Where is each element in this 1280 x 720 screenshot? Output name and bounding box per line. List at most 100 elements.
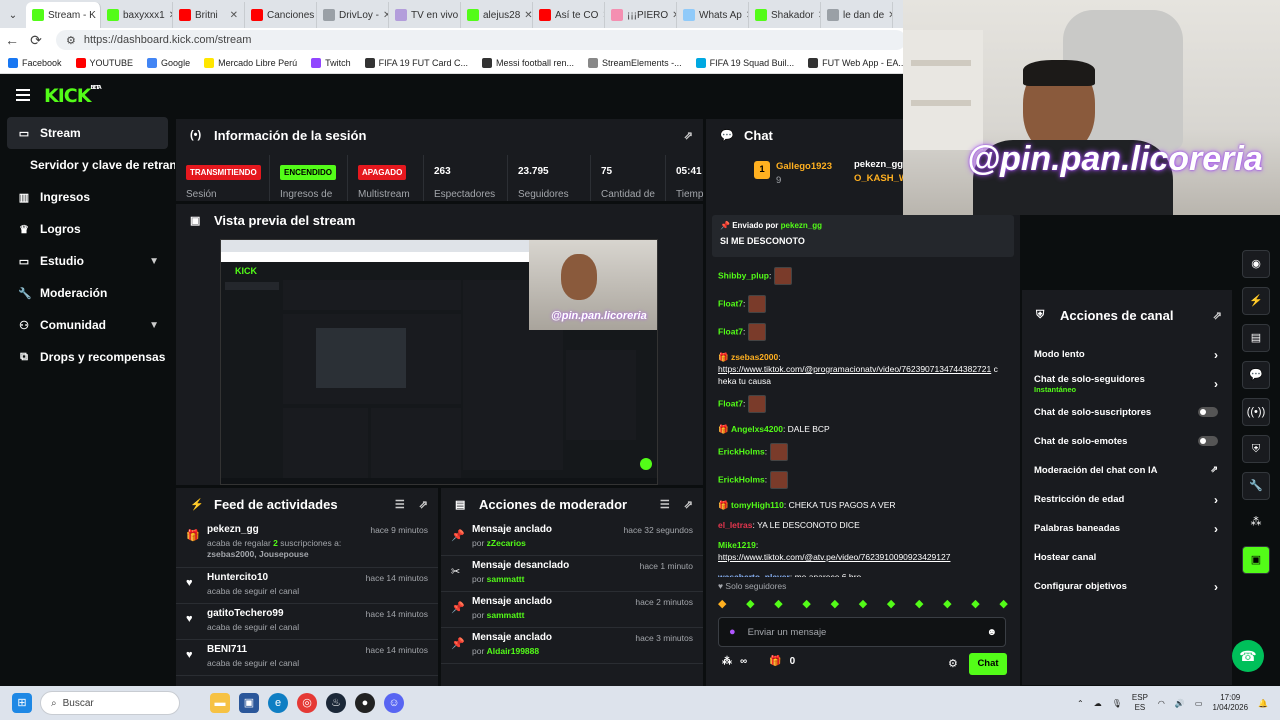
mod-user[interactable]: sammattt <box>487 574 525 584</box>
menu-icon[interactable] <box>16 89 30 101</box>
bookmark[interactable]: FIFA 19 FUT Card C... <box>364 57 468 68</box>
notifications-icon[interactable]: 🔔 <box>1258 699 1268 708</box>
sidebar-item-moderación[interactable]: 🔧 Moderación <box>0 277 175 309</box>
stream-preview[interactable]: KICK @pin.pan.licoreria <box>220 239 658 485</box>
browser-tab[interactable]: Canciones✕ <box>245 2 317 28</box>
bolt-rail-icon[interactable]: ⚡ <box>1242 287 1270 315</box>
bookmark[interactable]: Mercado Libre Perú <box>204 57 297 68</box>
reload-icon[interactable]: ⟳ <box>24 32 48 49</box>
pinned-message[interactable]: 📌 Enviado por pekezn_gg SI ME DESCONOTO <box>712 215 1014 257</box>
discord-icon[interactable]: ☺ <box>384 693 404 713</box>
toggle-switch[interactable] <box>1198 407 1218 417</box>
channel-action[interactable]: Chat de solo-seguidores Instantáneo › <box>1022 369 1232 398</box>
chrome-icon[interactable]: ◎ <box>297 693 317 713</box>
chat-settings-icon[interactable]: ⚙ <box>948 657 958 670</box>
close-icon[interactable]: ✕ <box>888 10 892 21</box>
app2-icon[interactable]: ● <box>355 693 375 713</box>
document-icon[interactable]: ▤ <box>1242 324 1270 352</box>
site-info-icon[interactable]: ⚙ <box>66 34 76 47</box>
popout-icon[interactable]: ⇗ <box>419 498 428 511</box>
chat-message[interactable]: Float7: <box>706 295 1010 315</box>
feed-row[interactable]: 🎁 pekezn_gg hace 9 minutos acaba de regalar… <box>176 520 438 568</box>
toggle-switch[interactable] <box>1198 436 1218 446</box>
chat-message[interactable]: el_letras: YA LE DESCONOTO DICE <box>706 519 1010 531</box>
feed-row[interactable]: ♥ Huntercito10 hace 14 minutos acaba de seg… <box>176 568 438 604</box>
shield-rail-icon[interactable]: ⛨ <box>1242 435 1270 463</box>
file-explorer-icon[interactable]: ▬ <box>210 693 230 713</box>
chat-username[interactable]: tomyHigh110 <box>731 500 784 510</box>
channel-action[interactable]: Modo lento › <box>1022 340 1232 369</box>
chat-username[interactable]: wasaberto_player <box>718 572 790 577</box>
chat-username[interactable]: Shibby_plup <box>718 270 769 280</box>
mod-action-row[interactable]: 📌 Mensaje anclado hace 32 segundos por zZec… <box>441 520 703 556</box>
channel-action[interactable]: Chat de solo-suscriptores <box>1022 398 1232 427</box>
sidebar-item-drops[interactable]: ⧉ Drops y recompensas <box>0 341 175 373</box>
browser-tab[interactable]: alejus28 ✕ <box>461 2 533 28</box>
browser-tab[interactable]: le dan de✕ <box>821 2 893 28</box>
onedrive-icon[interactable]: ☁ <box>1094 699 1102 708</box>
filter-icon[interactable]: ☰ <box>395 498 405 511</box>
chat-message[interactable]: Float7: <box>706 395 1010 415</box>
emote-picker-icon[interactable]: ◆ <box>915 597 923 610</box>
steam-icon[interactable]: ♨ <box>326 693 346 713</box>
chevron-down-icon[interactable]: ▼ <box>149 320 159 331</box>
chat-message[interactable]: Mike1219: https://www.tiktok.com/@atv.pe… <box>706 539 1010 563</box>
chat-send-button[interactable]: Chat <box>969 653 1007 675</box>
chat-message[interactable]: wasaberto_player: me aparece 6 bro <box>706 571 1010 577</box>
emote-picker-icon[interactable]: ◆ <box>943 597 951 610</box>
points-icon[interactable]: ⁂ <box>722 656 732 667</box>
bookmark[interactable]: FIFA 19 Squad Buil... <box>695 57 794 68</box>
bookmark[interactable]: Messi football ren... <box>482 57 574 68</box>
mod-action-row[interactable]: 📌 Mensaje anclado hace 2 minutos por sammat… <box>441 592 703 628</box>
sidebar-item-logros[interactable]: ♛ Logros <box>0 213 175 245</box>
points-rail-icon[interactable]: ⁂ <box>1242 509 1270 537</box>
emote-picker-icon[interactable]: ◆ <box>774 597 782 610</box>
browser-tab[interactable]: Whats Ap✕ <box>677 2 749 28</box>
emote-picker-icon[interactable]: ◆ <box>999 597 1007 610</box>
browser-tab[interactable]: baxyxxx1✕ <box>101 2 173 28</box>
chevron-up-icon[interactable]: ⌃ <box>1077 699 1084 708</box>
chevron-down-icon[interactable]: ▼ <box>149 256 159 267</box>
chat-message[interactable]: 🎁 zsebas2000: https://www.tiktok.com/@pr… <box>706 351 1010 387</box>
emote-picker-icon[interactable]: ◆ <box>971 597 979 610</box>
browser-tab[interactable]: Stream - K✕ <box>26 2 101 28</box>
taskbar-search[interactable]: ⌕ Buscar <box>40 691 180 715</box>
chat-message[interactable]: ErickHolms: <box>706 471 1010 491</box>
edge-icon[interactable]: e <box>268 693 288 713</box>
browser-tab[interactable]: Así te CO✕ <box>533 2 605 28</box>
chat-link[interactable]: https://www.tiktok.com/@atv.pe/video/762… <box>718 552 950 562</box>
chat-message[interactable]: 🎁 tomyHigh110: CHEKA TUS PAGOS A VER <box>706 499 1010 511</box>
chat-username[interactable]: el_letras <box>718 520 753 530</box>
browser-tab[interactable]: Shakador✕ <box>749 2 821 28</box>
close-icon[interactable]: ✕ <box>524 10 532 21</box>
browser-tab[interactable]: DrivLoy -✕ <box>317 2 389 28</box>
emote-picker-icon[interactable]: ◆ <box>718 597 726 610</box>
chat-message[interactable]: 🎁 Angelxs4200: DALE BCP <box>706 423 1010 435</box>
bookmark[interactable]: FUT Web App - EA... <box>808 57 906 68</box>
kick-logo[interactable]: KICKBETA <box>44 85 102 107</box>
mod-action-row[interactable]: 📌 Mensaje anclado hace 3 minutos por Aldair… <box>441 628 703 664</box>
mod-user[interactable]: Aldair199888 <box>487 646 539 656</box>
emote-picker-icon[interactable]: ◆ <box>859 597 867 610</box>
browser-tab[interactable]: Britni ✕ <box>173 2 245 28</box>
chat-username[interactable]: ErickHolms <box>718 446 765 456</box>
mic-tray-icon[interactable]: 🎙 <box>1112 699 1122 708</box>
close-icon[interactable]: ✕ <box>230 10 238 21</box>
gift-icon[interactable]: 🎁 <box>769 656 781 667</box>
chat-username[interactable]: Float7 <box>718 326 743 336</box>
top-user-2[interactable]: pekezn_gg <box>854 159 903 170</box>
bookmark[interactable]: StreamElements -... <box>588 57 682 68</box>
browser-tab[interactable]: TV en vivo✕ <box>389 2 461 28</box>
channel-action[interactable]: Palabras baneadas › <box>1022 514 1232 543</box>
top-user-1[interactable]: Gallego1923 <box>776 161 832 172</box>
chat-message[interactable]: ErickHolms: <box>706 443 1010 463</box>
chat-username[interactable]: Angelxs4200 <box>731 424 783 434</box>
channel-action[interactable]: Configurar objetivos › <box>1022 572 1232 601</box>
broadcast-rail-icon[interactable]: ((•)) <box>1242 398 1270 426</box>
chat-username[interactable]: zsebas2000 <box>731 352 778 362</box>
feed-row[interactable]: ♥ BENI711 hace 14 minutos acaba de seguir e… <box>176 640 438 676</box>
chat-rail-icon[interactable]: 💬 <box>1242 361 1270 389</box>
tab-list-dropdown[interactable]: ⌄ <box>0 2 26 28</box>
chat-message[interactable]: Shibby_plup: <box>706 267 1010 287</box>
browser-tab[interactable]: ¡¡¡PIERO✕ <box>605 2 677 28</box>
